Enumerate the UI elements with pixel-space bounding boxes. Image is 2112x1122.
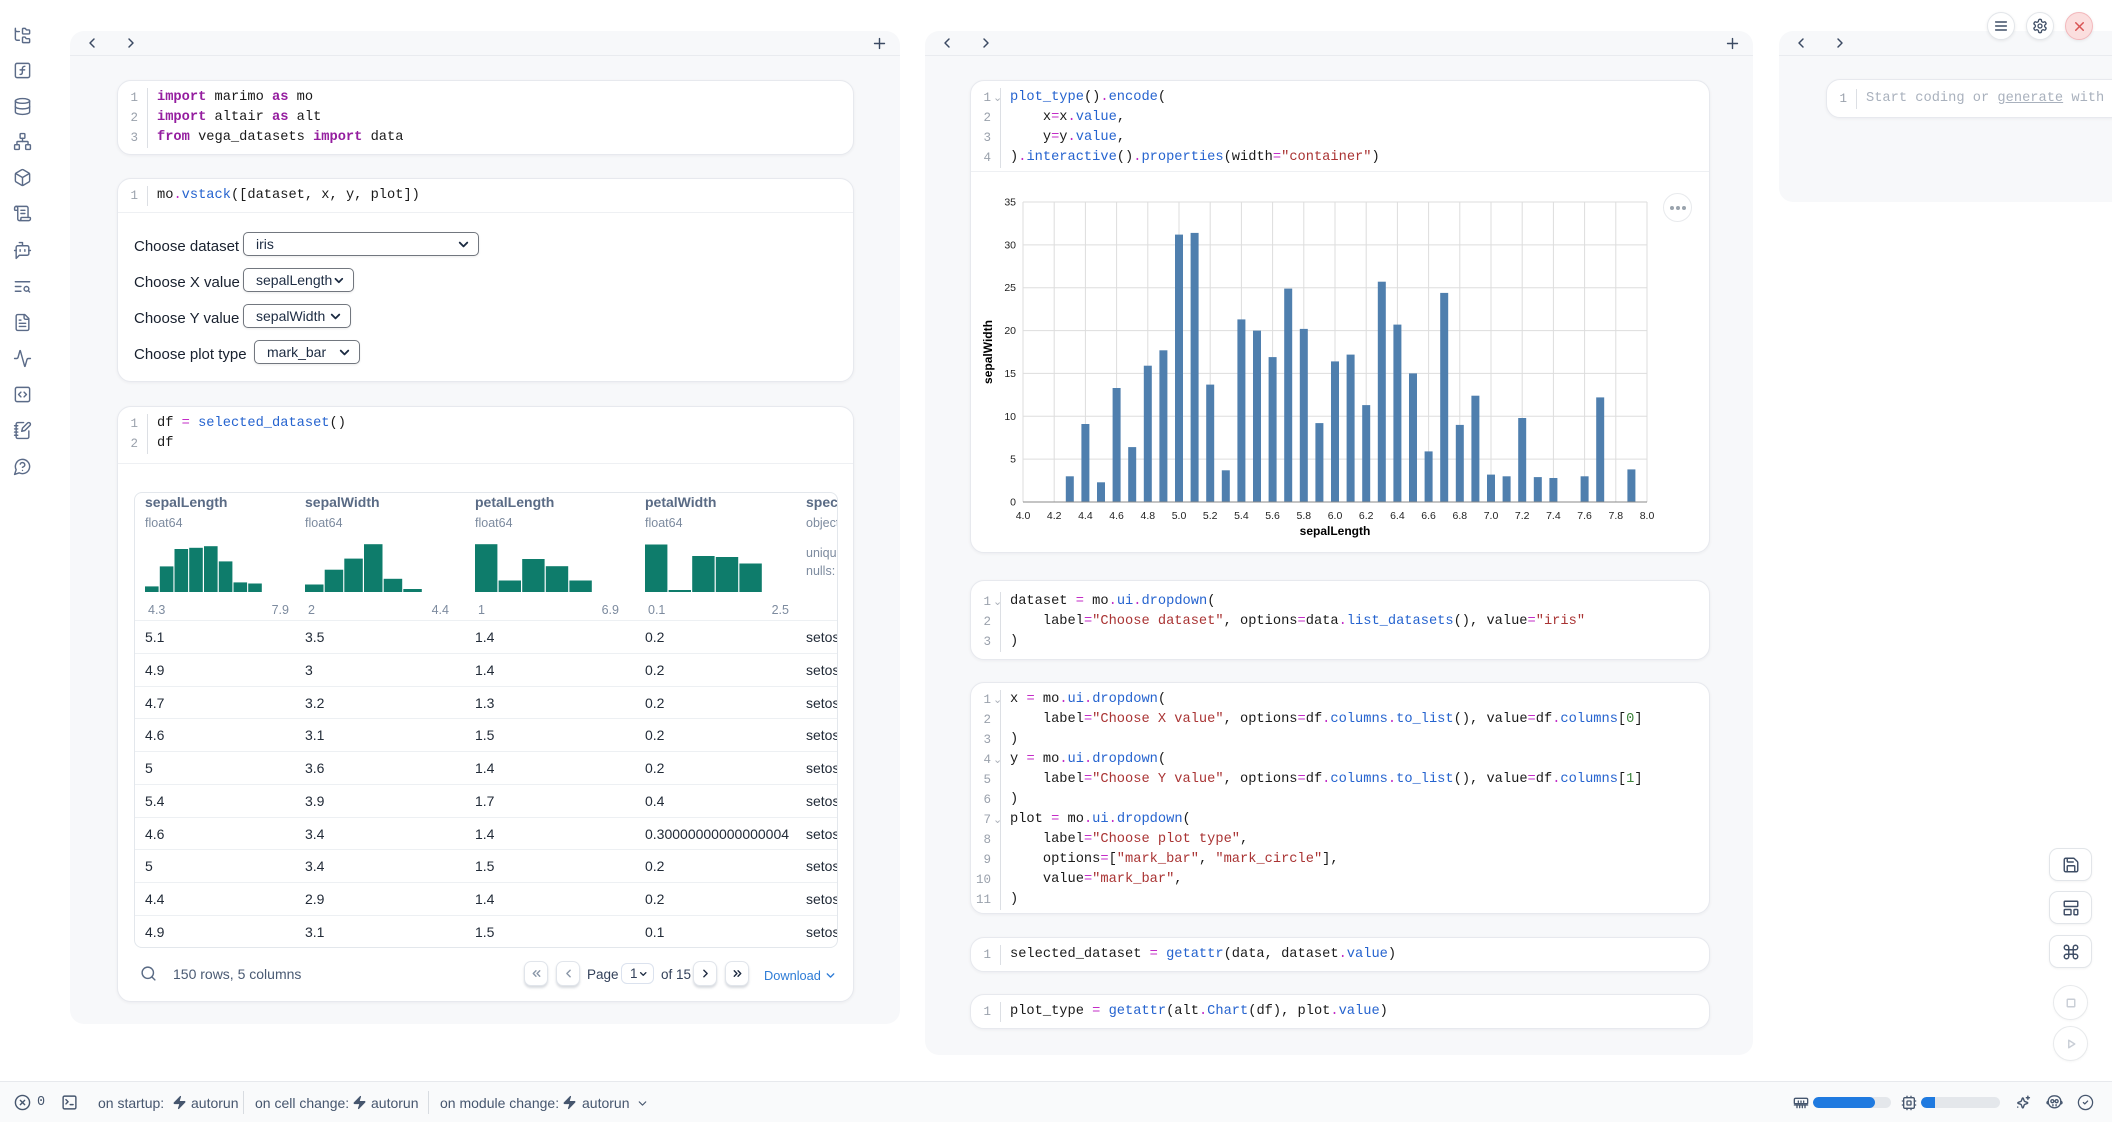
- svg-text:7.2: 7.2: [1515, 510, 1530, 522]
- svg-text:sepalWidth: sepalWidth: [981, 320, 995, 384]
- svg-text:30: 30: [1004, 239, 1016, 251]
- svg-text:5.4: 5.4: [1234, 510, 1249, 522]
- svg-text:25: 25: [1004, 282, 1016, 294]
- svg-text:6.4: 6.4: [1390, 510, 1405, 522]
- svg-text:4.8: 4.8: [1140, 510, 1155, 522]
- svg-text:0: 0: [1010, 497, 1016, 509]
- svg-text:15: 15: [1004, 368, 1016, 380]
- svg-text:7.6: 7.6: [1577, 510, 1592, 522]
- svg-text:6.2: 6.2: [1359, 510, 1374, 522]
- svg-text:7.4: 7.4: [1546, 510, 1561, 522]
- svg-text:5.0: 5.0: [1172, 510, 1187, 522]
- svg-text:8.0: 8.0: [1640, 510, 1655, 522]
- svg-text:4.6: 4.6: [1109, 510, 1124, 522]
- svg-text:7.0: 7.0: [1484, 510, 1499, 522]
- svg-text:10: 10: [1004, 411, 1016, 423]
- svg-text:5.6: 5.6: [1265, 510, 1280, 522]
- svg-text:5: 5: [1010, 454, 1016, 466]
- svg-text:20: 20: [1004, 325, 1016, 337]
- svg-text:5.2: 5.2: [1203, 510, 1218, 522]
- svg-text:4.2: 4.2: [1047, 510, 1062, 522]
- svg-text:6.8: 6.8: [1452, 510, 1467, 522]
- svg-text:5.8: 5.8: [1296, 510, 1311, 522]
- svg-text:sepalLength: sepalLength: [1300, 524, 1371, 538]
- svg-text:6.6: 6.6: [1421, 510, 1436, 522]
- svg-text:4.0: 4.0: [1016, 510, 1031, 522]
- svg-text:4.4: 4.4: [1078, 510, 1093, 522]
- svg-text:6.0: 6.0: [1328, 510, 1343, 522]
- svg-text:7.8: 7.8: [1608, 510, 1623, 522]
- svg-text:35: 35: [1004, 197, 1016, 209]
